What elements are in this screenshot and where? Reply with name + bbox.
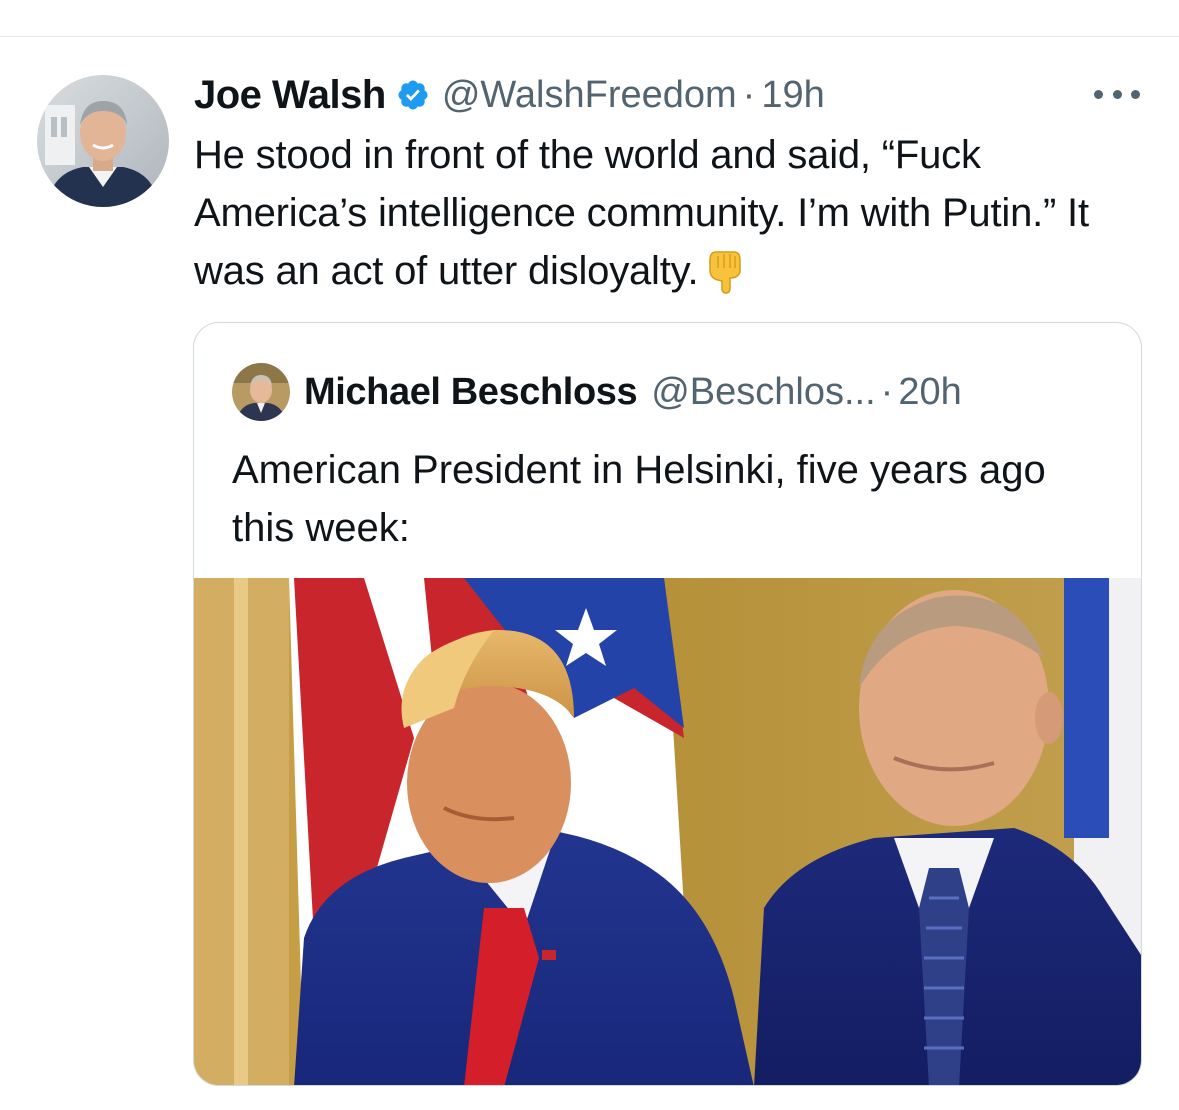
tweet-text-content: He stood in front of the world and said,… (194, 133, 1089, 293)
quoted-tweet-photo[interactable] (194, 578, 1141, 1085)
quoted-author-avatar[interactable] (232, 363, 290, 421)
quoted-tweet-text: American President in Helsinki, five yea… (232, 448, 1046, 550)
backhand-index-pointing-down-emoji (704, 248, 746, 294)
tweet-header: Joe Walsh @WalshFreedom · 19h (194, 68, 825, 122)
quoted-tweet-card[interactable]: Michael Beschloss @Beschlos... · 20h Ame… (193, 322, 1142, 1086)
more-dots-icon[interactable] (1094, 86, 1140, 102)
author-handle[interactable]: @WalshFreedom (442, 74, 737, 117)
top-divider (0, 36, 1179, 37)
quoted-author-handle[interactable]: @Beschlos... (651, 371, 875, 414)
tweet-text: He stood in front of the world and said,… (194, 126, 1144, 300)
author-display-name[interactable]: Joe Walsh (194, 73, 386, 118)
quoted-header-separator: · (880, 370, 894, 413)
quoted-tweet-timestamp[interactable]: 20h (898, 371, 961, 414)
author-avatar[interactable] (37, 75, 169, 207)
quoted-tweet-header: Michael Beschloss @Beschlos... · 20h (232, 363, 962, 421)
header-separator: · (742, 73, 756, 116)
verified-badge-icon (396, 78, 430, 112)
tweet-timestamp[interactable]: 19h (761, 74, 824, 117)
quoted-author-display-name[interactable]: Michael Beschloss (304, 371, 638, 414)
